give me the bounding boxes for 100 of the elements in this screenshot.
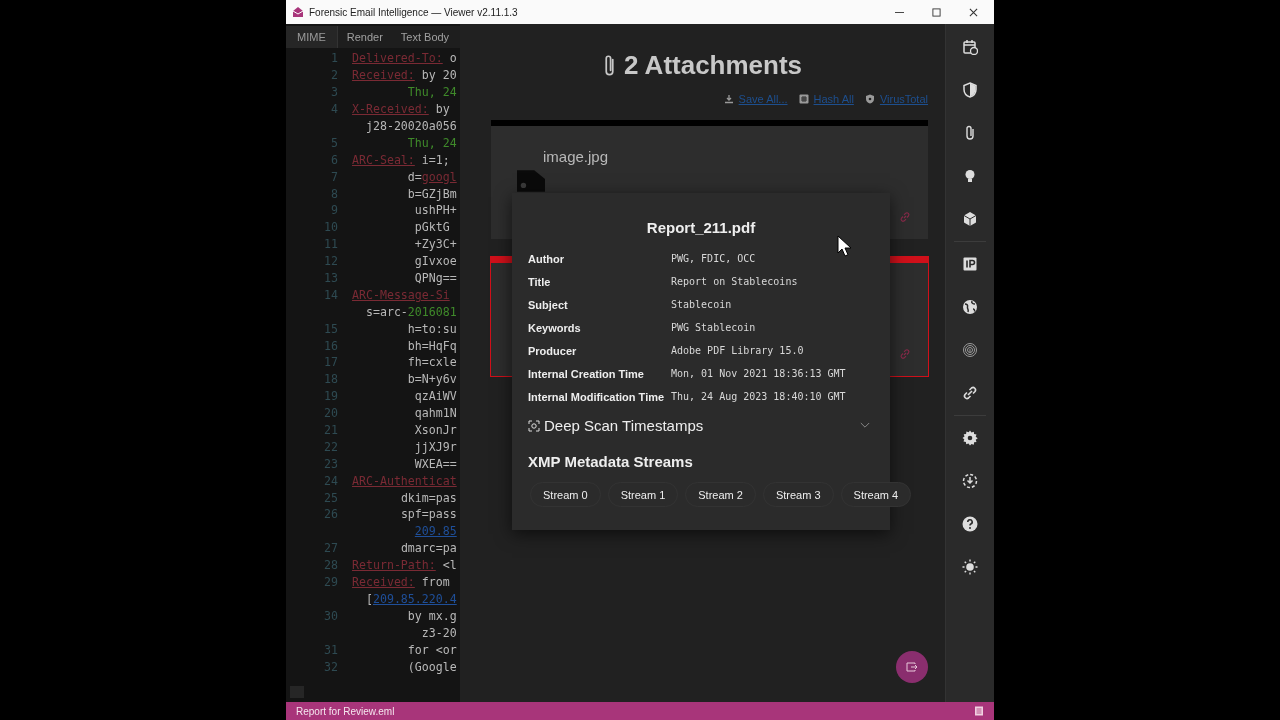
settings-icon[interactable] [962,430,978,446]
line-number: 29 [324,575,338,590]
line-number: 32 [324,659,338,674]
line-number: 23 [324,456,338,471]
code-text: by [435,102,450,117]
tab[interactable]: MIME [286,26,338,48]
line-number: 19 [324,389,338,404]
scan-icon [528,419,540,432]
shield-icon[interactable] [962,82,978,98]
field-label: Subject [528,298,569,312]
line-number: 20 [324,406,338,421]
header-name: Received: [352,575,415,590]
line-number: 14 [324,287,338,302]
code-text: QPNg== [414,271,457,285]
line-number: 8 [331,186,338,201]
download-circle-icon[interactable] [962,473,978,489]
paperclip-icon [602,52,616,79]
xmp-heading: XMP Metadata Streams [528,453,694,470]
header-name: Delivered-To: [352,51,443,66]
field-label: Internal Modification Time [528,390,666,404]
field-value: Stablecoin [671,298,733,312]
close-icon[interactable] [969,7,978,17]
code-text: o [449,51,457,66]
field-label: Author [528,252,566,266]
field-label: Keywords [528,321,582,335]
line-number: 2 [331,68,338,83]
line-number: 31 [324,642,338,657]
header-name: ARC-Authenticat [352,473,457,488]
code-text: [ [365,591,373,606]
line-number: 7 [331,169,338,184]
code-text: h=to:su [407,321,457,336]
stream-chip[interactable]: Stream 1 [607,482,679,507]
field-value: Adobe PDF Library 15.0 [671,344,805,358]
line-number: 17 [324,355,338,370]
stream-chip[interactable]: Stream 2 [685,482,756,507]
line-number: 4 [331,102,338,117]
app-icon [292,6,304,18]
file-name: image.jpg [543,148,609,165]
brightness-icon[interactable] [962,559,978,575]
ip-icon[interactable] [962,256,978,272]
globe-icon[interactable] [962,299,978,315]
field-value: PWG Stablecoin [671,321,757,335]
code-text: z3-20 [421,625,457,640]
header-name: Return-Path: [352,558,436,573]
date-text: Thu, 24 [407,135,457,150]
line-number: 15 [324,321,338,336]
code-text: XsonJr [414,423,457,438]
line-number: 22 [324,439,338,454]
date-text: Thu, 24 [407,85,457,100]
code-text: b=GZjBm [407,186,457,201]
tab[interactable]: Text Body [391,26,459,48]
line-number: 12 [324,254,338,269]
tab[interactable]: Render [337,26,392,48]
header-name: ARC-Seal: [352,152,415,167]
line-number: 27 [324,541,338,556]
code-text: d= [407,169,422,184]
line-number: 11 [324,237,338,252]
field-label: Title [528,275,552,289]
maximize-icon[interactable] [932,7,941,17]
line-number: 9 [331,203,338,218]
chevron-icon[interactable] [860,422,870,429]
code-text: qahm1N [414,406,457,421]
code-text: pGktG [414,220,450,235]
deep-scan-heading[interactable]: Deep Scan Timestamps [544,417,856,434]
stream-chip[interactable]: Stream 0 [530,482,601,507]
code-text: b=N+y6v [407,372,457,387]
line-number: 3 [331,85,338,100]
line-number: 16 [324,338,338,353]
code-text: jjXJ9r [414,439,457,454]
field-label: Internal Creation Time [528,367,645,381]
download-icon [723,94,734,104]
file-icon [517,168,545,192]
line-number: 26 [324,507,338,522]
stream-chip[interactable]: Stream 3 [762,482,834,507]
line-number: 28 [324,558,338,573]
field-label: Producer [528,344,578,358]
help-icon[interactable] [962,516,978,532]
stream-chip[interactable]: Stream 4 [840,482,912,507]
header-name: X-Received: [352,102,429,117]
field-value: Mon, 01 Nov 2021 18:36:13 GMT [671,367,847,381]
calendar-clock-icon[interactable] [962,39,978,55]
field-value: Report on Stablecoins [671,275,799,289]
export-button[interactable] [896,651,928,683]
shield-icon [864,94,875,104]
code-text: dmarc=pa [400,541,457,556]
line-number: 10 [324,220,338,235]
code-text: from [421,575,450,590]
code-text: <l [442,558,457,573]
line-number: 13 [324,271,338,285]
document-icon[interactable] [974,706,984,716]
code-text: gIvxoe [414,254,457,269]
line-number: 24 [324,473,338,488]
header-name: Received: [352,68,415,83]
line-number: 30 [324,608,338,623]
line-number: 6 [331,152,338,167]
cube-icon[interactable] [962,211,978,227]
code-text: ushPH+ [414,203,457,218]
export-icon [906,662,918,672]
code-text: dkim=pas [400,490,457,505]
line-number: 25 [324,490,338,505]
